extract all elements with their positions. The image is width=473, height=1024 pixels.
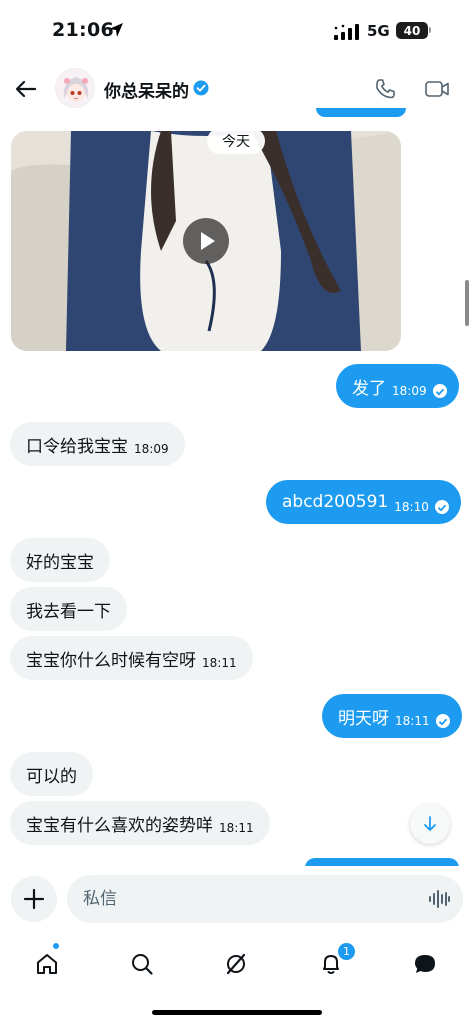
message-text: 我去看一下 bbox=[26, 601, 111, 622]
verified-badge-icon bbox=[193, 80, 209, 96]
home-icon bbox=[37, 954, 57, 974]
plus-icon bbox=[23, 888, 45, 910]
notification-count-badge: 1 bbox=[336, 941, 357, 962]
message-bubble-incoming[interactable]: 宝宝你什么时候有空呀 18:11 bbox=[10, 636, 253, 680]
phone-call-icon[interactable] bbox=[373, 77, 397, 101]
message-text: 宝宝有什么喜欢的姿势咩 bbox=[26, 815, 213, 836]
grok-icon bbox=[226, 953, 246, 975]
tab-grok[interactable] bbox=[216, 944, 256, 984]
home-indicator[interactable] bbox=[152, 1010, 322, 1015]
message-time: 18:11 bbox=[219, 821, 254, 835]
message-bubble-incoming[interactable]: 口令给我宝宝 18:09 bbox=[10, 422, 185, 466]
avatar[interactable] bbox=[55, 68, 95, 108]
battery-cap bbox=[429, 27, 431, 33]
message-time: 18:11 bbox=[395, 714, 430, 728]
date-label: 今天 bbox=[222, 134, 250, 150]
message-bubble-incoming[interactable]: 好的宝宝 bbox=[10, 538, 110, 582]
notification-count: 1 bbox=[343, 945, 350, 958]
previous-message-edge bbox=[316, 108, 406, 117]
messages-icon bbox=[415, 955, 435, 973]
message-input[interactable] bbox=[67, 875, 463, 923]
anime-avatar-icon bbox=[56, 69, 94, 107]
status-time: 21:06 bbox=[52, 19, 114, 41]
message-time: 18:10 bbox=[394, 500, 429, 514]
message-text: abcd200591 bbox=[282, 492, 389, 512]
message-bubble-outgoing[interactable]: abcd200591 18:10 bbox=[266, 480, 461, 524]
message-text: 可以的 bbox=[26, 766, 77, 787]
message-bubble-outgoing[interactable]: 明天呀 18:11 bbox=[322, 694, 462, 738]
message-text: 发了 bbox=[352, 378, 386, 399]
location-arrow-icon bbox=[109, 23, 123, 37]
search-icon bbox=[132, 954, 153, 975]
arrow-down-icon bbox=[424, 816, 436, 831]
voice-message-icon[interactable] bbox=[428, 888, 450, 910]
signal-icon bbox=[334, 24, 359, 40]
message-text: 明天呀 bbox=[338, 708, 389, 729]
tab-messages[interactable] bbox=[405, 944, 445, 984]
tab-search[interactable] bbox=[122, 944, 162, 984]
message-time: 18:11 bbox=[202, 656, 237, 670]
read-check-icon bbox=[435, 714, 450, 728]
message-text: 宝宝你什么时候有空呀 bbox=[26, 650, 196, 671]
date-separator: 今天 bbox=[207, 128, 265, 154]
message-bubble-outgoing[interactable]: 发了 18:09 bbox=[336, 364, 459, 408]
contact-name[interactable]: 你总呆呆的 bbox=[104, 77, 189, 102]
tab-home[interactable] bbox=[27, 944, 67, 984]
message-time: 18:09 bbox=[392, 384, 427, 398]
message-bubble-incoming[interactable]: 我去看一下 bbox=[10, 587, 127, 631]
back-arrow-icon[interactable] bbox=[14, 77, 38, 101]
message-composer bbox=[0, 866, 473, 934]
message-text: 好的宝宝 bbox=[26, 552, 94, 573]
add-attachment-button[interactable] bbox=[11, 876, 57, 922]
play-icon bbox=[201, 232, 215, 250]
home-notification-dot bbox=[53, 943, 59, 949]
video-call-icon[interactable] bbox=[424, 77, 450, 101]
message-bubble-incoming[interactable]: 宝宝有什么喜欢的姿势咩 18:11 bbox=[10, 801, 270, 845]
read-check-icon bbox=[432, 384, 447, 398]
scroll-to-bottom-button[interactable] bbox=[410, 804, 450, 844]
message-bubble-incoming[interactable]: 可以的 bbox=[10, 752, 93, 796]
battery-level: 40 bbox=[403, 23, 421, 38]
read-check-icon bbox=[434, 500, 449, 514]
message-text: 口令给我宝宝 bbox=[26, 436, 128, 457]
status-bar: 21:06 5G 40 bbox=[0, 0, 473, 60]
scrollbar[interactable] bbox=[465, 280, 469, 326]
network-type: 5G bbox=[367, 22, 390, 40]
battery-icon: 40 bbox=[396, 22, 428, 39]
message-time: 18:09 bbox=[134, 442, 169, 456]
play-button[interactable] bbox=[183, 218, 229, 264]
